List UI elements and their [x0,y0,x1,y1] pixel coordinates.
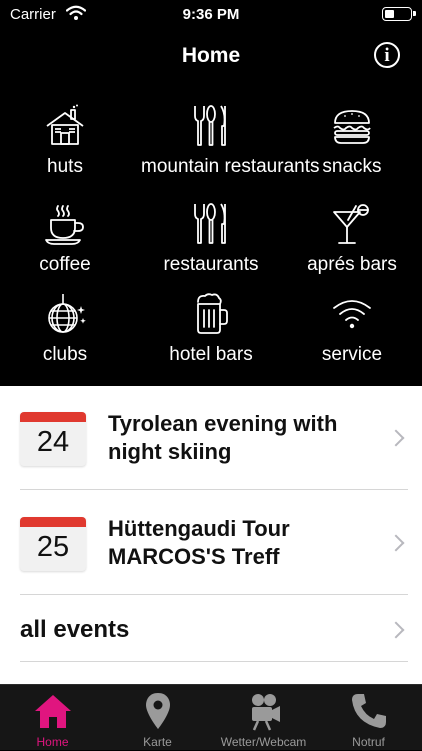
tab-wetter-webcam[interactable]: Wetter/Webcam [211,685,316,751]
map-pin-icon [145,693,170,729]
battery-icon [382,7,416,21]
tab-label: Karte [143,735,172,749]
wifi-icon [333,300,371,329]
cutlery-icon [194,105,226,146]
category-huts[interactable]: huts [0,104,135,178]
info-button[interactable]: i [374,42,400,68]
tab-label: Home [36,735,69,749]
all-events-label: all events [20,616,130,643]
event-row[interactable]: 25 Hüttengaudi Tour MARCOS'S Treff [0,491,422,595]
category-hotel-bars[interactable]: hotel bars [141,292,281,366]
category-label: hotel bars [169,344,253,365]
divider [20,661,408,662]
tab-label: Notruf [352,735,385,749]
chevron-right-icon [387,534,405,552]
disco-ball-icon [48,294,86,333]
divider [20,489,408,490]
tab-notruf[interactable]: Notruf [316,685,421,751]
calendar-icon: 25 [20,517,86,571]
category-label: aprés bars [307,254,397,275]
category-label: service [321,344,383,365]
hut-icon [46,104,84,145]
event-title: Tyrolean evening with night skiing [108,411,338,464]
tab-home[interactable]: Home [0,685,105,751]
category-snacks[interactable]: snacks [282,104,422,178]
tab-bar: Home Karte Wetter/Webcam Notruf [0,684,422,750]
category-label: snacks [322,156,382,177]
divider [20,594,408,595]
tab-karte[interactable]: Karte [105,685,210,751]
movie-camera-icon [251,694,280,731]
navigation-bar: Home i [0,30,422,84]
beer-mug-icon [197,293,228,334]
category-label: coffee [39,254,91,275]
chevron-right-icon [387,621,405,639]
house-icon [34,695,71,728]
clock: 9:36 PM [182,6,240,23]
phone-icon [351,694,386,728]
category-apres-bars[interactable]: aprés bars [282,202,422,276]
category-service[interactable]: service [282,292,422,366]
category-label: restaurants [163,254,259,275]
category-restaurants[interactable]: restaurants [141,202,281,276]
category-coffee[interactable]: coffee [0,202,135,276]
category-grid: huts mountain restaurants snacks coffee … [0,86,422,386]
page-title: Home [181,44,241,67]
info-icon: i [384,45,390,66]
all-events-row[interactable]: all events [0,596,422,662]
category-label: clubs [42,344,88,365]
coffee-cup-icon [45,205,84,245]
events-list: 24 Tyrolean evening with night skiing 25… [0,386,422,684]
chevron-right-icon [387,429,405,447]
category-label: huts [47,156,83,177]
burger-icon [333,110,371,144]
event-day: 25 [36,531,70,563]
event-row[interactable]: 24 Tyrolean evening with night skiing [0,386,422,490]
calendar-icon: 24 [20,412,86,466]
category-clubs[interactable]: clubs [0,292,135,366]
event-title: Hüttengaudi Tour MARCOS'S Treff [108,516,290,569]
status-bar: Carrier 9:36 PM [0,0,422,30]
tab-label: Wetter/Webcam [220,735,307,749]
event-day: 24 [36,426,70,458]
category-label: mountain restaurants [141,156,320,177]
category-mountain-restaurants[interactable]: mountain restaurants [141,104,320,178]
cutlery-icon [194,203,226,244]
cocktail-icon [333,204,369,244]
